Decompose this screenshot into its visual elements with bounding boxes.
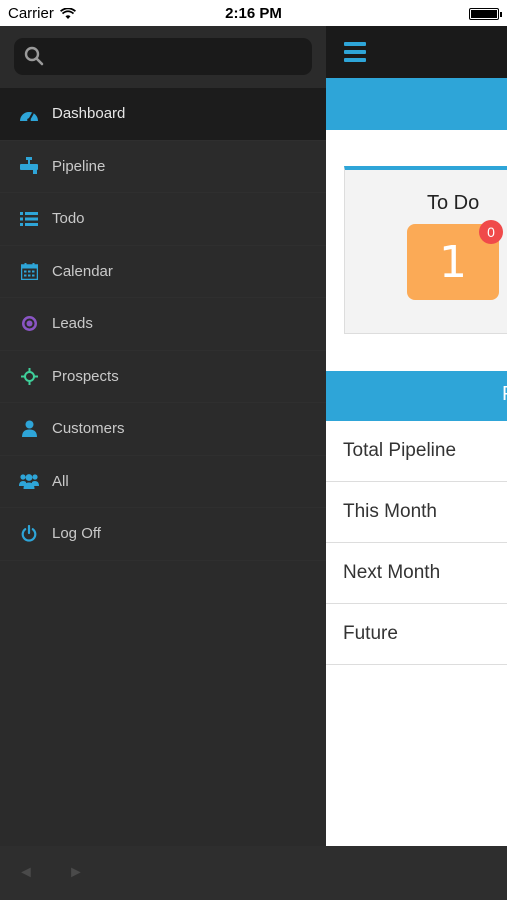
crosshair-icon — [19, 366, 39, 386]
pipeline-row-total[interactable]: Total Pipeline — [326, 421, 507, 482]
sidebar-item-label: All — [52, 472, 69, 490]
user-icon — [19, 419, 39, 439]
pipeline-row-next-month[interactable]: Next Month — [326, 543, 507, 604]
sidebar-item-label: Leads — [52, 315, 93, 333]
search-icon — [24, 46, 44, 66]
pipeline-row-future[interactable]: Future — [326, 604, 507, 665]
sidebar-item-label: Dashboard — [52, 105, 126, 123]
users-icon — [19, 471, 39, 491]
bottom-toolbar: ◄ ► — [0, 846, 507, 900]
battery-level — [471, 10, 497, 18]
sidebar-item-label: Calendar — [52, 262, 113, 280]
search-input[interactable] — [52, 38, 302, 75]
sidebar-item-leads[interactable]: Leads — [0, 298, 326, 351]
battery-icon — [469, 8, 502, 20]
sidebar-item-label: Pipeline — [52, 157, 106, 175]
pipeline-section-header: P — [326, 371, 507, 421]
pipeline-list: Total Pipeline This Month Next Month Fut… — [326, 421, 507, 665]
search-box[interactable] — [14, 38, 312, 75]
forward-arrow-icon[interactable]: ► — [68, 864, 84, 882]
sidebar-item-prospects[interactable]: Prospects — [0, 351, 326, 403]
todo-card-title: To Do — [427, 192, 480, 214]
sidebar-item-calendar[interactable]: Calendar — [0, 246, 326, 298]
top-nav-bar — [326, 26, 507, 78]
calendar-icon — [19, 261, 39, 281]
status-bar: Carrier 2:16 PM — [0, 0, 507, 26]
list-icon — [19, 209, 39, 229]
main-content: To Do 1 0 P Total Pipeline This Month Ne… — [326, 26, 507, 846]
todo-card[interactable]: To Do 1 0 — [344, 166, 507, 334]
sidebar-item-label: Log Off — [52, 525, 101, 543]
sidebar: Dashboard Pipeline Todo Calendar Leads P… — [0, 26, 326, 846]
sidebar-item-customers[interactable]: Customers — [0, 403, 326, 456]
sidebar-item-pipeline[interactable]: Pipeline — [0, 141, 326, 193]
sidebar-item-label: Prospects — [52, 367, 119, 385]
hamburger-menu-icon[interactable] — [344, 42, 366, 62]
pipeline-row-this-month[interactable]: This Month — [326, 482, 507, 543]
dashboard-icon — [19, 104, 39, 124]
power-icon — [19, 524, 39, 544]
sidebar-item-todo[interactable]: Todo — [0, 193, 326, 246]
target-icon — [19, 314, 39, 334]
sidebar-menu: Dashboard Pipeline Todo Calendar Leads P… — [0, 88, 326, 561]
sidebar-item-all[interactable]: All — [0, 456, 326, 508]
pipeline-header-text: P — [502, 383, 507, 406]
clock: 2:16 PM — [225, 5, 282, 22]
sidebar-item-log-off[interactable]: Log Off — [0, 508, 326, 561]
header-banner — [326, 78, 507, 130]
pipeline-icon — [19, 156, 39, 176]
sidebar-item-label: Todo — [52, 210, 85, 228]
back-arrow-icon[interactable]: ◄ — [18, 864, 34, 882]
notification-badge: 0 — [479, 220, 503, 244]
sidebar-item-dashboard[interactable]: Dashboard — [0, 88, 326, 141]
sidebar-item-label: Customers — [52, 420, 125, 438]
